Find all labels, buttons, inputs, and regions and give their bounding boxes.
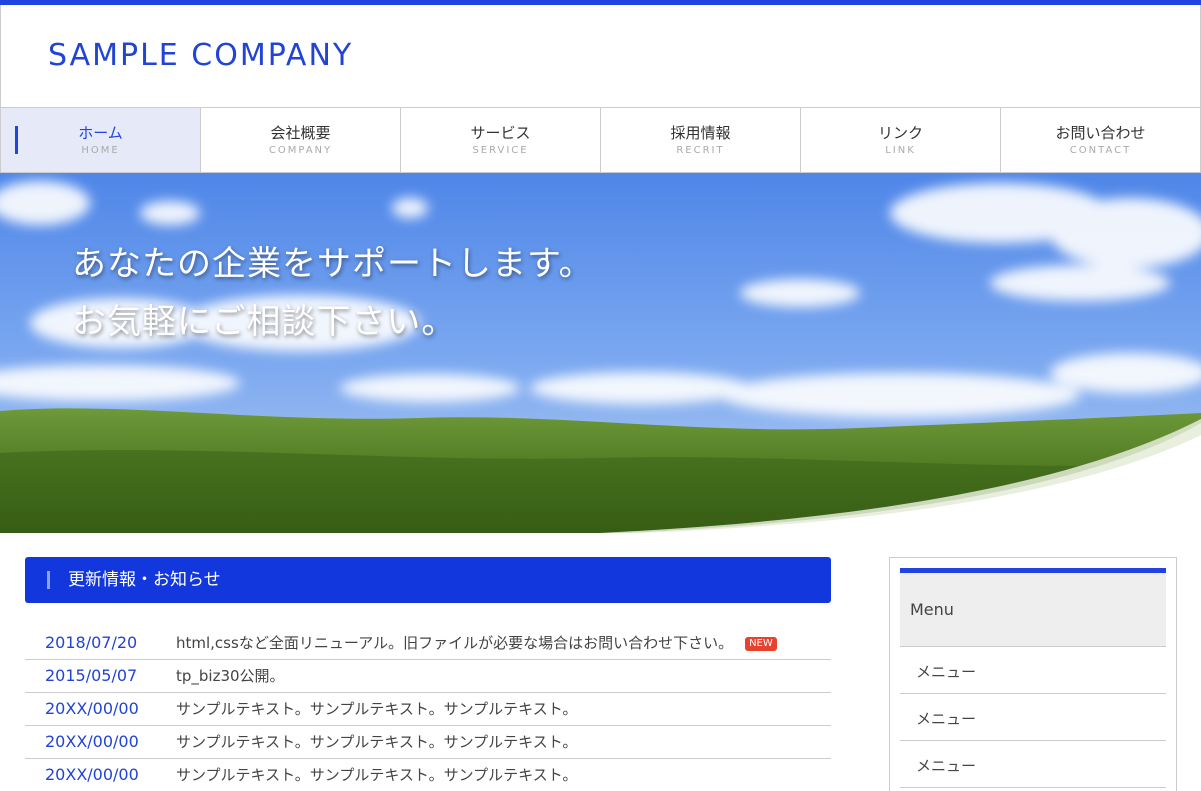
sidebar-menu-item[interactable]: メニュー	[900, 694, 1166, 741]
global-nav: ホーム HOME 会社概要 COMPANY サービス SERVICE 採用情報 …	[0, 107, 1201, 173]
sidebar-title: Menu	[910, 600, 954, 619]
news-text[interactable]: html,cssなど全面リニューアル。旧ファイルが必要な場合はお問い合わせ下さい…	[176, 633, 777, 653]
sidebar-header: Menu	[900, 568, 1166, 647]
sidebar-menu-label: メニュー	[916, 663, 977, 681]
nav-item-link[interactable]: リンク LINK	[801, 108, 1001, 172]
news-date: 2015/05/07	[45, 666, 138, 685]
nav-sublabel: COMPANY	[268, 144, 333, 156]
hero-catchcopy: あなたの企業をサポートします。 お気軽にご相談下さい。	[72, 235, 594, 351]
nav-sublabel: LINK	[885, 144, 916, 156]
hero-banner: あなたの企業をサポートします。 お気軽にご相談下さい。	[0, 173, 1201, 533]
new-badge: NEW	[745, 637, 777, 651]
news-text[interactable]: サンプルテキスト。サンプルテキスト。サンプルテキスト。	[176, 732, 577, 752]
nav-label: お問い合わせ	[1055, 123, 1146, 142]
news-text-content: html,cssなど全面リニューアル。旧ファイルが必要な場合はお問い合わせ下さい…	[176, 634, 734, 652]
sidebar-menu-item[interactable]: メニュー	[900, 741, 1166, 788]
nav-label: ホーム	[78, 123, 123, 142]
sidebar-menu-label: メニュー	[916, 757, 977, 775]
nav-label: サービス	[470, 123, 531, 142]
news-text[interactable]: tp_biz30公開。	[176, 666, 285, 686]
nav-item-recruit[interactable]: 採用情報 RECRIT	[601, 108, 801, 172]
news-date: 2018/07/20	[45, 633, 138, 652]
news-item: 2018/07/20 html,cssなど全面リニューアル。旧ファイルが必要な場…	[25, 627, 831, 660]
nav-item-contact[interactable]: お問い合わせ CONTACT	[1001, 108, 1201, 172]
news-item: 2015/05/07 tp_biz30公開。	[25, 660, 831, 693]
nav-label: リンク	[877, 123, 923, 142]
sidebar-menu-item[interactable]: メニュー	[900, 647, 1166, 694]
nav-label: 採用情報	[670, 123, 731, 142]
news-section-title: 更新情報・お知らせ	[68, 570, 221, 590]
news-date: 20XX/00/00	[45, 732, 139, 751]
hero-landscape-image	[0, 173, 1201, 533]
sidebar-menu-label: メニュー	[916, 710, 977, 728]
nav-sublabel: HOME	[81, 144, 120, 156]
hero-line-2: お気軽にご相談下さい。	[72, 302, 457, 342]
news-item: 20XX/00/00 サンプルテキスト。サンプルテキスト。サンプルテキスト。	[25, 759, 831, 791]
nav-sublabel: CONTACT	[1069, 144, 1132, 156]
company-logo[interactable]: SAMPLE COMPANY	[48, 38, 353, 73]
nav-item-company[interactable]: 会社概要 COMPANY	[201, 108, 401, 172]
site-header: SAMPLE COMPANY	[0, 5, 1201, 107]
news-text[interactable]: サンプルテキスト。サンプルテキスト。サンプルテキスト。	[176, 699, 577, 719]
nav-label: 会社概要	[270, 123, 331, 142]
nav-item-service[interactable]: サービス SERVICE	[401, 108, 601, 172]
news-list: 2018/07/20 html,cssなど全面リニューアル。旧ファイルが必要な場…	[25, 627, 831, 791]
news-date: 20XX/00/00	[45, 699, 139, 718]
news-section-header: 更新情報・お知らせ	[25, 557, 831, 603]
nav-sublabel: RECRIT	[676, 144, 725, 156]
news-item: 20XX/00/00 サンプルテキスト。サンプルテキスト。サンプルテキスト。	[25, 726, 831, 759]
nav-sublabel: SERVICE	[472, 144, 529, 156]
news-header-bar	[47, 571, 50, 589]
sidebar-menu: Menu メニュー メニュー メニュー	[889, 557, 1177, 791]
nav-item-home[interactable]: ホーム HOME	[1, 108, 201, 172]
hero-line-1: あなたの企業をサポートします。	[72, 244, 594, 284]
news-text[interactable]: サンプルテキスト。サンプルテキスト。サンプルテキスト。	[176, 765, 577, 785]
news-item: 20XX/00/00 サンプルテキスト。サンプルテキスト。サンプルテキスト。	[25, 693, 831, 726]
news-date: 20XX/00/00	[45, 765, 139, 784]
